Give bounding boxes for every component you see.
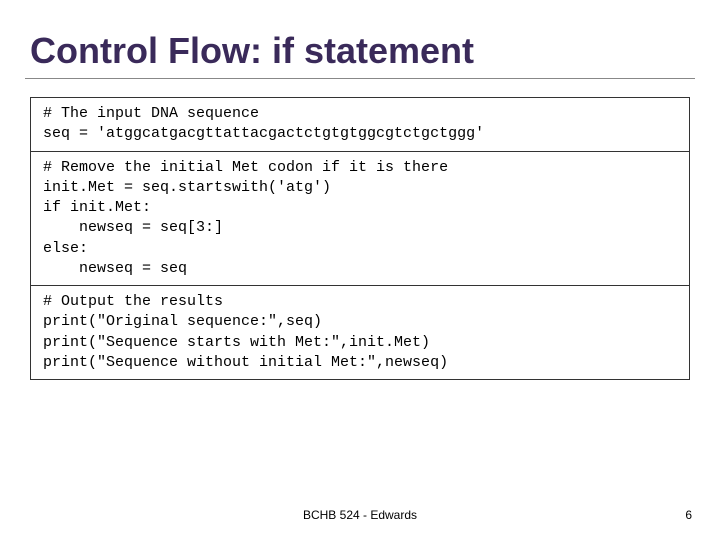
code-line: newseq = seq[3:] [43,218,677,238]
code-line: if init.Met: [43,198,677,218]
page-number: 6 [685,508,692,522]
code-line: print("Original sequence:",seq) [43,312,677,332]
code-section-2: # Remove the initial Met codon if it is … [31,152,689,287]
code-line: print("Sequence starts with Met:",init.M… [43,333,677,353]
slide-title: Control Flow: if statement [30,30,690,72]
title-underline [25,78,695,79]
code-line: # Output the results [43,292,677,312]
code-section-3: # Output the results print("Original seq… [31,286,689,379]
footer-text: BCHB 524 - Edwards [0,508,720,522]
slide: Control Flow: if statement # The input D… [0,0,720,540]
code-line: # The input DNA sequence [43,104,677,124]
code-line: init.Met = seq.startswith('atg') [43,178,677,198]
code-text: newseq = seq[3:] [79,219,223,236]
code-line: print("Sequence without initial Met:",ne… [43,353,677,373]
code-box: # The input DNA sequence seq = 'atggcatg… [30,97,690,380]
code-line: else: [43,239,677,259]
code-line: seq = 'atggcatgacgttattacgactctgtgtggcgt… [43,124,677,144]
code-line: newseq = seq [43,259,677,279]
code-text: newseq = seq [79,260,187,277]
code-line: # Remove the initial Met codon if it is … [43,158,677,178]
code-section-1: # The input DNA sequence seq = 'atggcatg… [31,98,689,152]
